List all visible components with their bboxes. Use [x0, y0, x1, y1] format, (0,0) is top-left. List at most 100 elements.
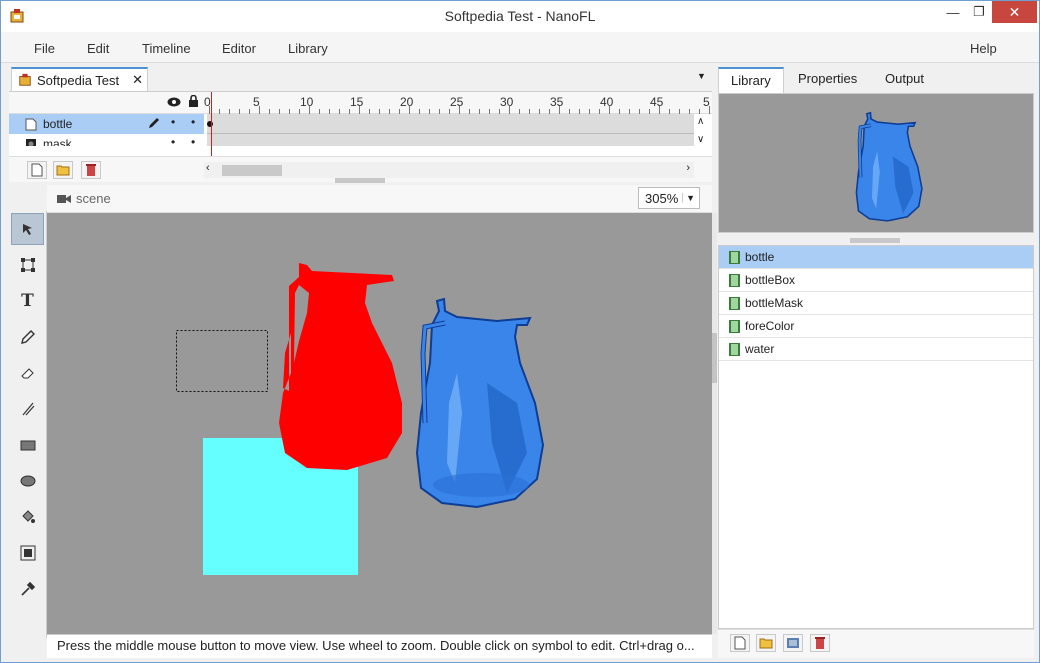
selection-marquee[interactable]: [176, 330, 268, 392]
zoom-select[interactable]: 305% ▼: [638, 187, 700, 209]
eye-icon[interactable]: [167, 96, 181, 108]
line-tool[interactable]: [11, 393, 44, 425]
pencil-icon: [20, 330, 35, 344]
eyedropper-icon: [20, 581, 35, 596]
library-item[interactable]: foreColor: [719, 315, 1033, 338]
ruler-tick: [609, 106, 610, 114]
layer-name-bottle[interactable]: bottle • •: [9, 114, 204, 134]
trash-icon: [86, 164, 96, 176]
movieclip-icon: [729, 319, 740, 333]
layer-name-mask[interactable]: mask • •: [9, 134, 204, 146]
oval-icon: [20, 475, 35, 487]
menu-editor[interactable]: Editor: [222, 41, 256, 56]
library-toolbar: [718, 629, 1034, 658]
menu-help[interactable]: Help: [970, 41, 997, 56]
movieclip-icon: [729, 342, 740, 356]
rectangle-tool[interactable]: [11, 429, 44, 461]
new-file-icon: [31, 163, 43, 177]
layer-frames-mask[interactable]: [207, 134, 694, 146]
trash-icon: [815, 637, 825, 649]
new-folder-button[interactable]: [53, 161, 73, 179]
gradient-tool[interactable]: [11, 537, 44, 569]
pencil-icon[interactable]: [147, 117, 160, 130]
library-item-label: water: [745, 342, 775, 356]
minimize-icon[interactable]: —: [939, 1, 967, 23]
tab-list-dropdown-icon[interactable]: ▼: [697, 71, 706, 81]
text-icon: T: [21, 291, 34, 311]
oval-tool[interactable]: [11, 465, 44, 497]
library-item[interactable]: bottle: [719, 246, 1033, 269]
eyedropper-tool[interactable]: [11, 573, 44, 605]
preview-jug-image: [855, 111, 923, 222]
new-folder-button[interactable]: [756, 634, 776, 652]
folder-icon: [759, 638, 773, 649]
ruler-tick: [259, 106, 260, 114]
playhead[interactable]: [211, 92, 212, 156]
layer-row-mask[interactable]: mask • •: [9, 134, 712, 146]
library-item-label: bottle: [745, 250, 775, 264]
stage-canvas[interactable]: [47, 213, 712, 634]
scroll-left-icon[interactable]: ‹: [206, 162, 210, 174]
visibility-dot[interactable]: •: [171, 115, 175, 129]
ruler-tick: [559, 106, 560, 114]
library-item[interactable]: water: [719, 338, 1033, 361]
lock-dot[interactable]: •: [191, 135, 195, 146]
panel-tabs: Library Properties Output: [717, 67, 1034, 93]
select-tool[interactable]: [11, 213, 44, 245]
tab-close-icon[interactable]: ✕: [132, 72, 143, 88]
timeline-panel: 0 5 10 15 20 25 30 35 40 45 5 bottle • •…: [9, 91, 712, 182]
maximize-icon[interactable]: ❐: [965, 1, 993, 23]
chevron-down-icon[interactable]: ▼: [682, 193, 695, 203]
frame-ruler[interactable]: 0 5 10 15 20 25 30 35 40 45 5: [204, 92, 712, 114]
menu-edit[interactable]: Edit: [87, 41, 109, 56]
timeline-splitter[interactable]: [335, 178, 385, 183]
tab-output[interactable]: Output: [873, 67, 936, 93]
new-symbol-button[interactable]: [730, 634, 750, 652]
timeline-hscrollbar[interactable]: ‹ ›: [204, 162, 694, 178]
delete-layer-button[interactable]: [81, 161, 101, 179]
scroll-thumb[interactable]: [222, 165, 282, 176]
close-icon[interactable]: ✕: [992, 1, 1037, 23]
scroll-down-icon[interactable]: ∨: [697, 134, 704, 145]
layer-frames-bottle[interactable]: [207, 114, 694, 134]
document-icon: [19, 73, 31, 86]
blue-jug-shape[interactable]: [415, 297, 545, 509]
menu-timeline[interactable]: Timeline: [142, 41, 191, 56]
preview-splitter[interactable]: [850, 238, 900, 243]
library-item[interactable]: bottleMask: [719, 292, 1033, 315]
editor-pane: Softpedia Test ✕ ▼ 0 5 10 15 20 25 30 35…: [9, 63, 720, 658]
visibility-dot[interactable]: •: [171, 135, 175, 146]
paint-bucket-tool[interactable]: [11, 501, 44, 533]
lock-dot[interactable]: •: [191, 115, 195, 129]
eraser-tool[interactable]: [11, 357, 44, 389]
layer-label: bottle: [43, 117, 73, 131]
tab-library[interactable]: Library: [718, 67, 784, 93]
layer-row-bottle[interactable]: bottle • •: [9, 114, 712, 134]
properties-button[interactable]: [783, 634, 803, 652]
text-tool[interactable]: T: [11, 285, 44, 317]
scroll-up-icon[interactable]: ∧: [697, 116, 704, 127]
stage-drawing[interactable]: [47, 213, 712, 634]
new-layer-button[interactable]: [27, 161, 47, 179]
library-item-label: bottleBox: [745, 273, 796, 287]
scene-breadcrumb[interactable]: scene: [57, 191, 111, 206]
scroll-right-icon[interactable]: ›: [686, 162, 690, 174]
document-tab[interactable]: Softpedia Test ✕: [11, 67, 148, 91]
keyframe-marker[interactable]: [207, 121, 213, 127]
ruler-label: 40: [600, 95, 614, 109]
red-jug-shape[interactable]: [279, 263, 402, 470]
tab-properties[interactable]: Properties: [786, 67, 869, 93]
ruler-tick: [659, 106, 660, 114]
toolbox: T: [9, 211, 47, 638]
layer-label: mask: [43, 137, 72, 146]
menu-library[interactable]: Library: [288, 41, 328, 56]
menu-bar: File Edit Timeline Editor Library Help: [1, 32, 1039, 63]
document-tab-label: Softpedia Test: [37, 72, 120, 88]
ruler-label: 35: [550, 95, 564, 109]
library-item[interactable]: bottleBox: [719, 269, 1033, 292]
transform-tool[interactable]: [11, 249, 44, 281]
lock-icon[interactable]: [188, 95, 199, 108]
pencil-tool[interactable]: [11, 321, 44, 353]
menu-file[interactable]: File: [34, 41, 55, 56]
delete-symbol-button[interactable]: [810, 634, 830, 652]
